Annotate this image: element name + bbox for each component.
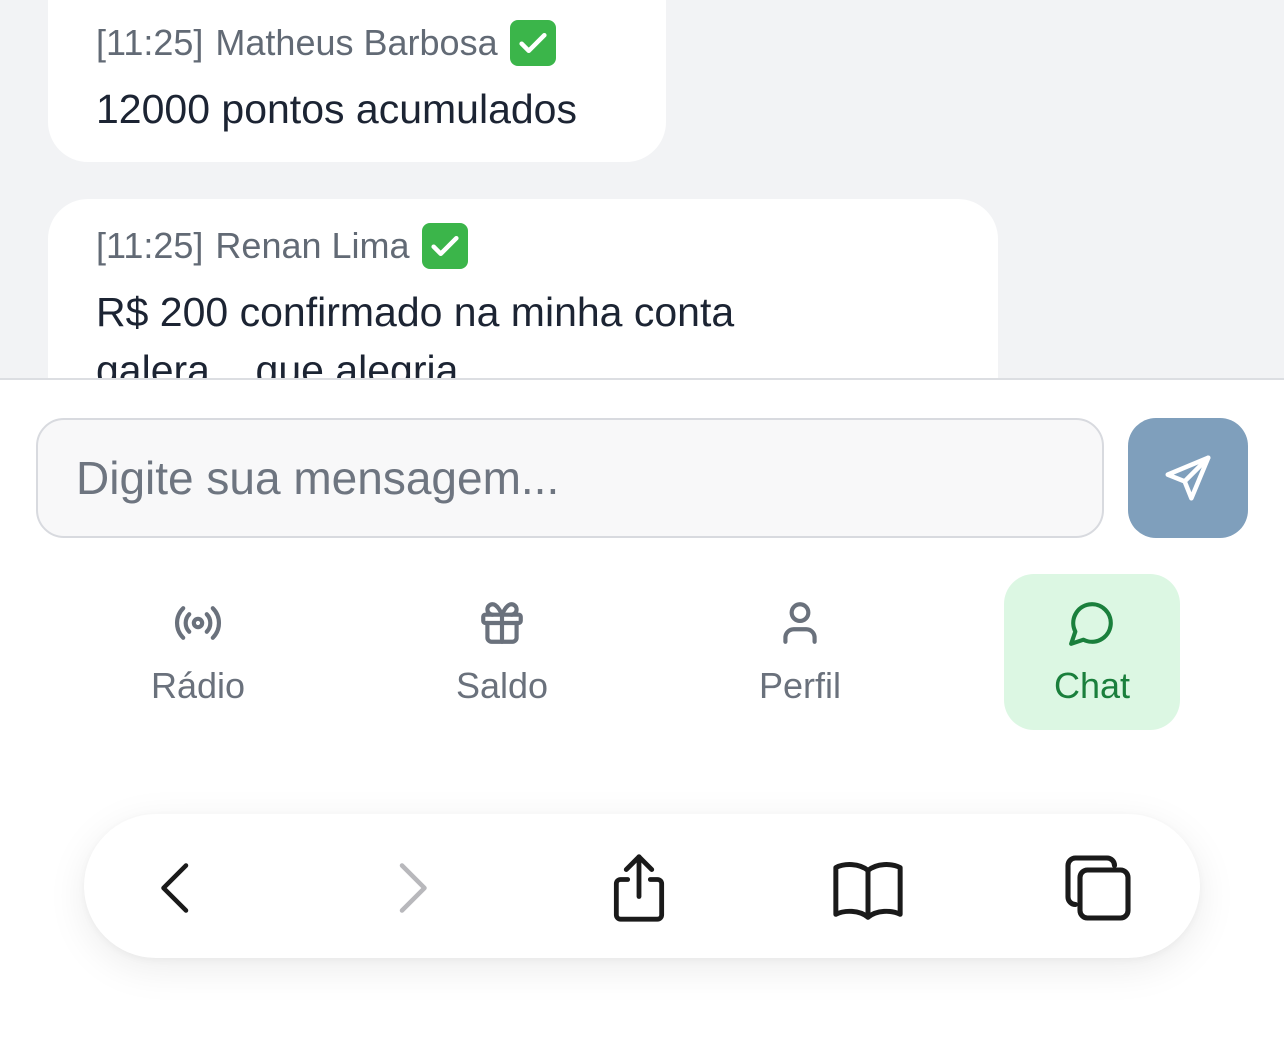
page: [11:25] Matheus Barbosa 12000 pontos acum…	[0, 0, 1284, 1040]
send-icon	[1165, 455, 1211, 501]
nav-item-chat[interactable]: Chat	[1004, 574, 1180, 730]
check-mark-icon	[509, 20, 556, 66]
browser-toolbar	[84, 814, 1200, 958]
composer-panel: Rádio Saldo Perfil Chat	[0, 378, 1284, 1040]
chat-bubble-icon	[1069, 602, 1113, 646]
message-time: [11:25]	[96, 22, 204, 63]
message-text: 12000 pontos acumulados	[96, 86, 577, 132]
message-bubble: [11:25] Renan Lima R$ 200 confirmado na m…	[48, 199, 998, 378]
gift-icon	[481, 602, 523, 644]
tabs-icon	[1065, 855, 1131, 921]
message-bubble: [11:25] Matheus Barbosa 12000 pontos acum…	[48, 0, 666, 162]
nav-item-radio[interactable]: Rádio	[118, 574, 278, 730]
chat-feed[interactable]: [11:25] Matheus Barbosa 12000 pontos acum…	[0, 0, 1284, 378]
share-button[interactable]	[599, 848, 679, 928]
tabs-button[interactable]	[1058, 848, 1138, 928]
nav-label: Rádio	[150, 665, 246, 706]
user-icon	[783, 602, 817, 644]
message-time: [11:25]	[96, 225, 204, 266]
message-meta: [11:25] Matheus Barbosa	[96, 18, 618, 68]
nav-label: Perfil	[758, 665, 842, 706]
message-meta: [11:25] Renan Lima	[96, 221, 950, 271]
message-author: Renan Lima	[215, 225, 410, 266]
back-button[interactable]	[136, 848, 216, 928]
nav-label: Chat	[1053, 665, 1131, 706]
nav-item-saldo[interactable]: Saldo	[422, 574, 582, 730]
bookmarks-button[interactable]	[828, 848, 908, 928]
nav-item-perfil[interactable]: Perfil	[720, 574, 880, 730]
send-button[interactable]	[1128, 418, 1248, 538]
check-mark-icon	[421, 223, 468, 269]
radio-broadcast-icon	[175, 606, 221, 640]
message-author: Matheus Barbosa	[215, 22, 498, 63]
message-input[interactable]	[36, 418, 1104, 538]
forward-icon	[399, 863, 427, 913]
share-icon	[613, 854, 665, 922]
nav-label: Saldo	[455, 665, 549, 706]
forward-button[interactable]	[372, 848, 452, 928]
back-icon	[161, 863, 189, 913]
message-text: R$ 200 confirmado na minha conta galera.…	[96, 289, 735, 378]
bookmarks-icon	[833, 862, 903, 920]
